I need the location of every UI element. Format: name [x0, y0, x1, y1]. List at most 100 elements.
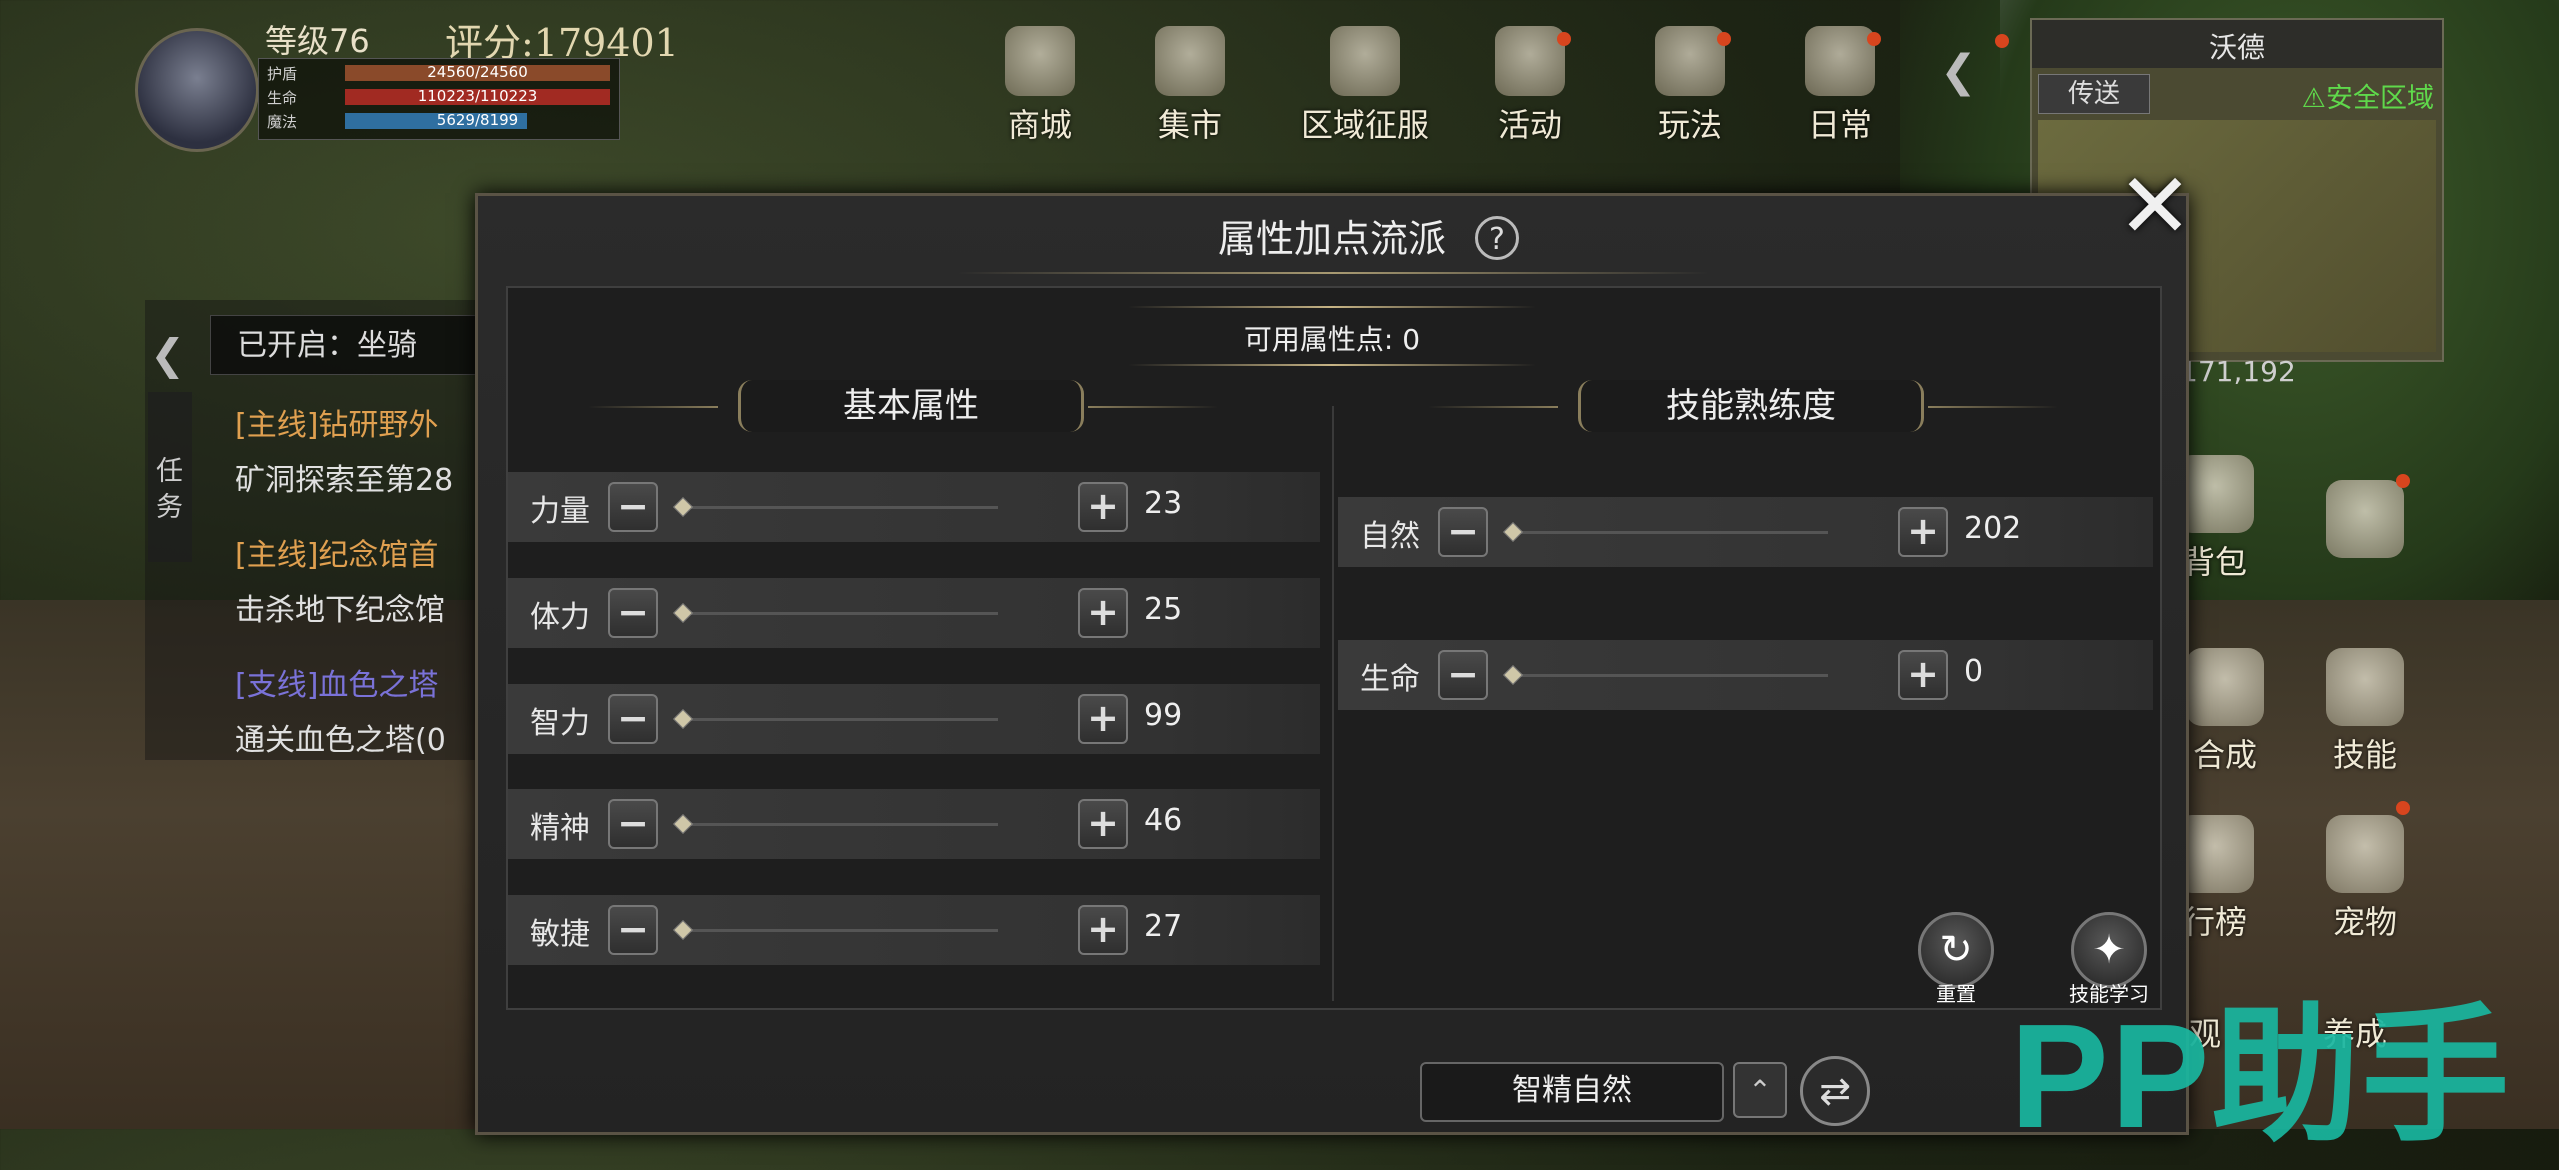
slider-handle[interactable]: [673, 709, 693, 729]
switch-scheme-icon[interactable]: ⇄: [1800, 1056, 1870, 1126]
quest-tab-label: 任务: [156, 456, 183, 523]
points-divider-bottom: [1128, 364, 1536, 366]
quest-tab[interactable]: 任务: [148, 392, 192, 562]
health-label: 生命: [267, 89, 298, 107]
event-icon: [1495, 26, 1565, 96]
top-menu-label: 商城: [1007, 106, 1072, 144]
attribute-slider[interactable]: [678, 718, 998, 721]
teleport-button[interactable]: 传送: [2038, 74, 2150, 114]
attribute-row-strength: 力量 − + 23: [508, 472, 1320, 542]
conquest-icon: [1330, 26, 1400, 96]
right-menu-label: 宠物: [2332, 903, 2397, 941]
quest-desc[interactable]: 击杀地下纪念馆: [235, 585, 475, 629]
market-icon: [1155, 26, 1225, 96]
slider-handle[interactable]: [673, 920, 693, 940]
player-stat-bars: 护盾 24560/24560 生命 110223/110223 魔法 5629/…: [258, 58, 620, 140]
top-menu-label: 玩法: [1657, 106, 1722, 144]
right-menu-label: 技能: [2332, 736, 2397, 774]
decrease-button[interactable]: −: [608, 799, 658, 849]
right-menu-skill[interactable]: 技能: [2310, 648, 2420, 776]
top-menu-gameplay[interactable]: 玩法: [1625, 20, 1755, 150]
attribute-label: 智力: [530, 706, 590, 741]
decrease-button[interactable]: −: [608, 482, 658, 532]
points-divider-top: [1128, 306, 1536, 308]
close-icon[interactable]: ✕: [2110, 162, 2200, 252]
top-menu-event[interactable]: 活动: [1465, 20, 1595, 150]
skill-row-nature: 自然 − + 202: [1338, 497, 2153, 567]
slider-handle[interactable]: [1503, 665, 1523, 685]
top-menu-conquest[interactable]: 区域征服: [1275, 20, 1455, 150]
increase-button[interactable]: +: [1078, 694, 1128, 744]
top-menu-label: 日常: [1807, 106, 1872, 144]
unlocked-feature[interactable]: 已开启：坐骑: [210, 315, 490, 375]
quest-desc[interactable]: 矿洞探索至第28: [235, 455, 475, 499]
slider-handle[interactable]: [1503, 522, 1523, 542]
basic-attributes-title: 基本属性: [738, 380, 1084, 432]
top-menu-shop[interactable]: 商城: [975, 20, 1105, 150]
top-menu-market[interactable]: 集市: [1125, 20, 1255, 150]
gameplay-icon: [1655, 26, 1725, 96]
minimap-zone-name: 沃德: [2208, 31, 2265, 64]
skill-slider[interactable]: [1508, 674, 1828, 677]
reset-icon: ↻: [1939, 927, 1973, 973]
attribute-slider[interactable]: [678, 929, 998, 932]
attribute-value: 27: [1144, 909, 1183, 944]
attribute-row-agility: 敏捷 − + 27: [508, 895, 1320, 965]
attribute-slider[interactable]: [678, 823, 998, 826]
safe-zone-label: 安全区域: [2326, 83, 2434, 114]
safe-zone-indicator: ⚠安全区域: [2301, 83, 2434, 114]
right-menu-compass[interactable]: [2310, 474, 2420, 558]
decrease-button[interactable]: −: [608, 905, 658, 955]
increase-button[interactable]: +: [1898, 507, 1948, 557]
ornament-right: [1928, 406, 2058, 408]
chevron-up-icon[interactable]: ⌃: [1733, 1062, 1787, 1118]
quest-title[interactable]: [主线]钻研野外: [235, 400, 475, 444]
decrease-button[interactable]: −: [608, 694, 658, 744]
increase-button[interactable]: +: [1898, 650, 1948, 700]
shield-label: 护盾: [267, 65, 298, 83]
attribute-slider[interactable]: [678, 612, 998, 615]
attribute-label: 体力: [530, 600, 590, 635]
shield-value: 24560/24560: [427, 63, 528, 81]
player-avatar[interactable]: [135, 28, 259, 152]
increase-button[interactable]: +: [1078, 588, 1128, 638]
slider-handle[interactable]: [673, 603, 693, 623]
column-divider: [1332, 406, 1334, 1001]
attribute-row-spirit: 精神 − + 46: [508, 789, 1320, 859]
skill-value: 0: [1964, 654, 1984, 689]
decrease-button[interactable]: −: [1438, 650, 1488, 700]
quest-desc[interactable]: 通关血色之塔(0: [235, 715, 475, 759]
slider-handle[interactable]: [673, 497, 693, 517]
notification-dot: [1557, 32, 1571, 46]
quest-title[interactable]: [支线]血色之塔: [235, 660, 475, 704]
shield-bar: 护盾 24560/24560: [267, 63, 612, 83]
collapse-arrow-icon[interactable]: ❮: [1940, 46, 1984, 102]
attribute-slider[interactable]: [678, 506, 998, 509]
chevron-left-icon[interactable]: ❮: [150, 330, 185, 379]
player-level: 等级76: [265, 22, 370, 60]
dialog-title: 属性加点流派: [1217, 217, 1446, 261]
decrease-button[interactable]: −: [608, 588, 658, 638]
right-menu-pet[interactable]: 宠物: [2310, 801, 2420, 943]
quest-title[interactable]: [主线]纪念馆首: [235, 530, 475, 574]
increase-button[interactable]: +: [1078, 482, 1128, 532]
slider-handle[interactable]: [673, 814, 693, 834]
attribute-label: 敏捷: [530, 917, 590, 952]
scheme-selector[interactable]: 智精自然: [1420, 1062, 1724, 1122]
increase-button[interactable]: +: [1078, 799, 1128, 849]
skill-slider[interactable]: [1508, 531, 1828, 534]
ornament-left: [588, 406, 718, 408]
decrease-button[interactable]: −: [1438, 507, 1488, 557]
reset-label: 重置: [1936, 982, 1976, 1006]
ornament-left: [1428, 406, 1558, 408]
reset-button[interactable]: ↻: [1918, 912, 1994, 988]
help-icon[interactable]: ?: [1475, 216, 1519, 260]
increase-button[interactable]: +: [1078, 905, 1128, 955]
attribute-value: 23: [1144, 486, 1183, 521]
skill-label: 自然: [1360, 519, 1420, 554]
watermark-logo: PP助手: [2010, 994, 2512, 1159]
attribute-label: 精神: [530, 811, 590, 846]
notification-dot: [1995, 34, 2009, 48]
top-menu-daily[interactable]: 日常: [1775, 20, 1905, 150]
ornament-right: [1088, 406, 1218, 408]
